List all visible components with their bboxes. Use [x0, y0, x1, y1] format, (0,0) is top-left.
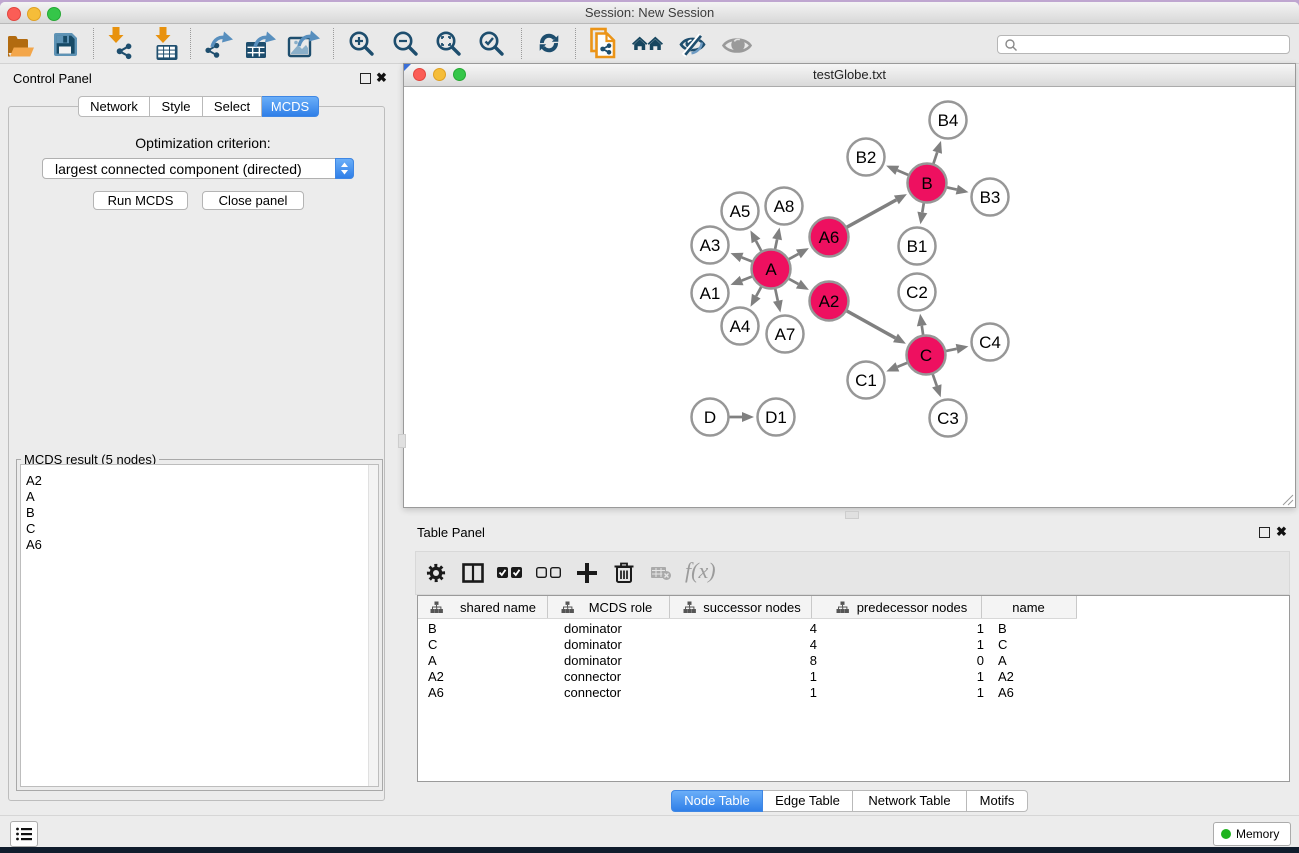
svg-text:C: C: [920, 346, 932, 365]
svg-text:B2: B2: [856, 148, 877, 167]
svg-text:A3: A3: [700, 236, 721, 255]
svg-text:A2: A2: [819, 292, 840, 311]
svg-text:C1: C1: [855, 371, 877, 390]
svg-text:B1: B1: [907, 237, 928, 256]
svg-text:B: B: [921, 174, 932, 193]
svg-text:D1: D1: [765, 408, 787, 427]
svg-text:C4: C4: [979, 333, 1001, 352]
svg-text:B3: B3: [980, 188, 1001, 207]
svg-text:A8: A8: [774, 197, 795, 216]
svg-text:C3: C3: [937, 409, 959, 428]
svg-text:A1: A1: [700, 284, 721, 303]
svg-text:A: A: [765, 260, 777, 279]
svg-text:A7: A7: [775, 325, 796, 344]
svg-text:C2: C2: [906, 283, 928, 302]
svg-text:A6: A6: [819, 228, 840, 247]
svg-text:A5: A5: [730, 202, 751, 221]
svg-text:B4: B4: [938, 111, 959, 130]
svg-text:D: D: [704, 408, 716, 427]
svg-text:A4: A4: [730, 317, 751, 336]
